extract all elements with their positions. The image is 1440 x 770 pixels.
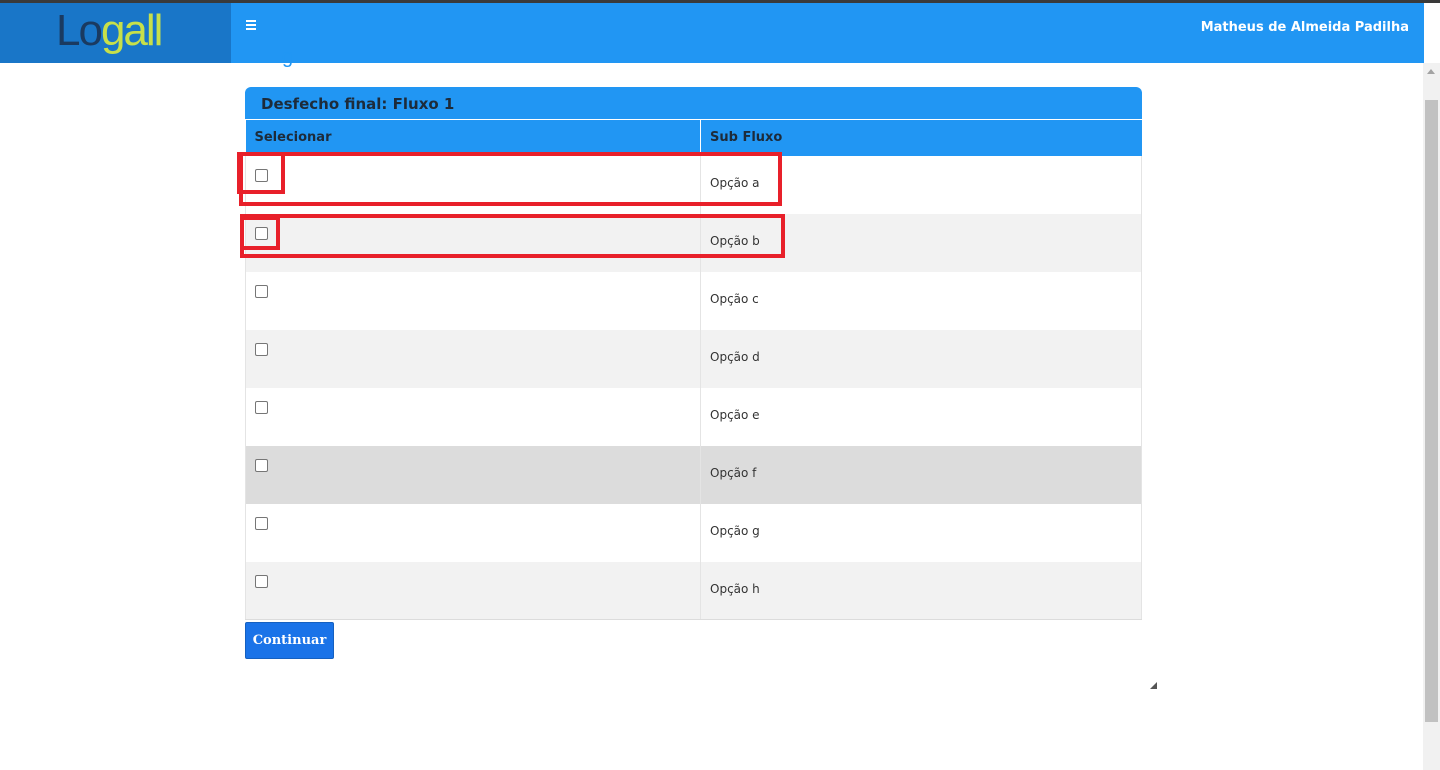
row-checkbox[interactable] [255, 400, 268, 414]
table-row[interactable]: Opção b [245, 213, 1142, 272]
top-navbar: Logall Matheus de Almeida Padilha [0, 3, 1424, 63]
subflow-cell: Opção a [700, 155, 1142, 214]
subflow-cell: Opção b [700, 213, 1142, 272]
subflow-cell: Opção c [700, 271, 1142, 330]
select-cell [245, 561, 701, 620]
panel-title: Desfecho final: Fluxo 1 [245, 87, 1142, 119]
row-checkbox[interactable] [255, 516, 268, 530]
row-checkbox[interactable] [255, 284, 268, 298]
row-checkbox[interactable] [255, 458, 268, 472]
row-checkbox[interactable] [255, 574, 268, 588]
table-row[interactable]: Opção d [245, 329, 1142, 388]
desfecho-panel: Desfecho final: Fluxo 1 Selecionar Sub F… [245, 87, 1142, 620]
select-cell [245, 387, 701, 446]
row-checkbox[interactable] [255, 226, 268, 240]
row-checkbox[interactable] [255, 342, 268, 356]
select-cell [245, 445, 701, 504]
subflow-label: Opção a [710, 175, 760, 190]
select-cell [245, 503, 701, 562]
scrollbar-thumb[interactable] [1425, 100, 1438, 722]
user-name[interactable]: Matheus de Almeida Padilha [1201, 20, 1409, 35]
logo[interactable]: Logall [0, 3, 231, 63]
subflow-label: Opção e [710, 407, 760, 422]
subflow-label: Opção b [710, 233, 760, 248]
column-header-subflow: Sub Fluxo [700, 119, 1142, 156]
select-cell [245, 155, 701, 214]
column-header-select: Selecionar [245, 119, 701, 156]
scroll-up-arrow-icon[interactable] [1427, 69, 1435, 74]
select-cell [245, 271, 701, 330]
continue-button[interactable]: Continuar [245, 622, 334, 659]
table-row[interactable]: Opção g [245, 503, 1142, 562]
subflow-label: Opção h [710, 581, 760, 596]
hamburger-menu-icon[interactable] [246, 18, 258, 32]
subflow-cell: Opção h [700, 561, 1142, 620]
subflow-cell: Opção f [700, 445, 1142, 504]
subflow-label: Opção d [710, 349, 760, 364]
page-heading-partial: g [282, 46, 294, 68]
select-cell [245, 329, 701, 388]
table-row[interactable]: Opção f [245, 445, 1142, 504]
row-checkbox[interactable] [255, 168, 268, 182]
subflow-label: Opção f [710, 465, 757, 480]
subflow-label: Opção c [710, 291, 759, 306]
subflow-cell: Opção d [700, 329, 1142, 388]
logo-text: Logall [56, 6, 163, 55]
subflow-label: Opção g [710, 523, 760, 538]
select-cell [245, 213, 701, 272]
table-row[interactable]: Opção e [245, 387, 1142, 446]
table-row[interactable]: Opção a [245, 155, 1142, 214]
table-row[interactable]: Opção h [245, 561, 1142, 620]
resize-grip-icon[interactable] [1150, 682, 1157, 689]
table-row[interactable]: Opção c [245, 271, 1142, 330]
vertical-scrollbar[interactable] [1423, 63, 1440, 770]
subflow-cell: Opção e [700, 387, 1142, 446]
subflow-table: Selecionar Sub Fluxo Opção a Opção b Opção… [245, 119, 1142, 620]
subflow-cell: Opção g [700, 503, 1142, 562]
